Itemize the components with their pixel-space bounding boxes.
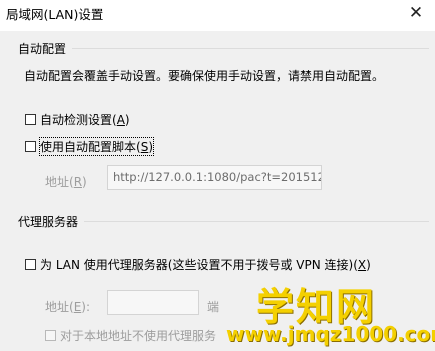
proxy-address-label-suffix: ): xyxy=(81,300,91,314)
use-script-checkbox[interactable] xyxy=(25,141,36,152)
watermark-logo: 学知网 www.jmqz1000.com xyxy=(210,270,435,351)
bypass-local-label: 对于本地地址不使用代理服务 xyxy=(60,329,217,343)
auto-detect-label-text: 自动检测设置( xyxy=(40,113,117,127)
use-script-label-suffix: ) xyxy=(148,140,153,154)
auto-config-group-label: 自动配置 xyxy=(18,42,67,56)
group-divider xyxy=(72,48,429,49)
proxy-group-label: 代理服务器 xyxy=(18,215,79,229)
proxy-address-label: 地址(E): xyxy=(45,298,90,315)
use-proxy-checkbox[interactable] xyxy=(25,259,36,270)
script-address-label-suffix: ) xyxy=(82,175,87,189)
use-script-label[interactable]: 使用自动配置脚本(S) xyxy=(39,137,154,156)
auto-detect-checkbox[interactable] xyxy=(25,114,36,125)
proxy-address-input[interactable] xyxy=(107,290,199,315)
close-button[interactable]: ✕ xyxy=(403,2,429,24)
group-divider xyxy=(84,221,429,222)
auto-detect-accel-key: A xyxy=(116,113,125,127)
auto-detect-label[interactable]: 自动检测设置(A) xyxy=(40,111,130,128)
auto-detect-label-suffix: ) xyxy=(124,113,130,127)
title-bar: 局域网(LAN)设置 ✕ xyxy=(0,0,435,31)
script-address-label: 地址(R) xyxy=(45,173,87,190)
watermark-url-text: www.jmqz1000.com xyxy=(226,322,435,346)
bypass-local-checkbox[interactable] xyxy=(45,330,56,341)
window-title: 局域网(LAN)设置 xyxy=(6,7,104,22)
use-script-label-text: 使用自动配置脚本( xyxy=(40,140,141,154)
script-address-input[interactable]: http://127.0.0.1:1080/pac?t=2015123 xyxy=(107,165,322,190)
proxy-address-label-text: 地址( xyxy=(45,300,74,314)
auto-config-description: 自动配置会覆盖手动设置。要确保使用手动设置，请禁用自动配置。 xyxy=(24,69,385,83)
close-icon: ✕ xyxy=(408,3,424,23)
script-address-label-text: 地址( xyxy=(45,175,74,189)
script-address-accel-key: R xyxy=(73,175,83,189)
